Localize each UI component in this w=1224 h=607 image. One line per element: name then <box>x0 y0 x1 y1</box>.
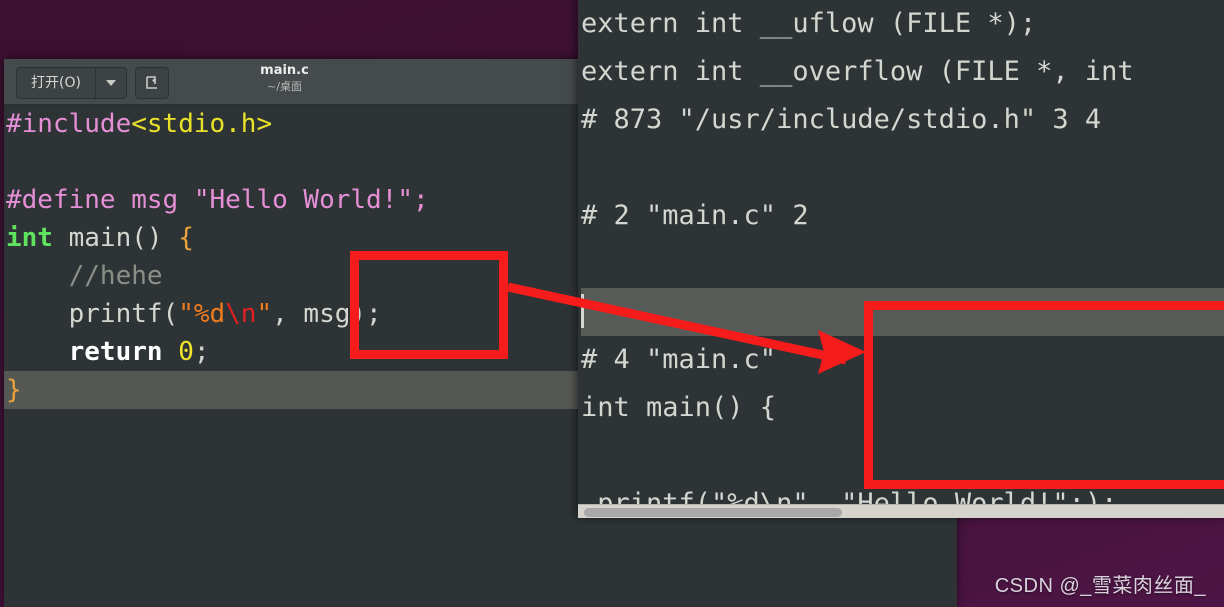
scrollbar-thumb[interactable] <box>584 508 842 517</box>
code-token: main() <box>52 223 179 253</box>
header-bar-left-controls: 打开(O) <box>16 67 169 99</box>
code-token: \n <box>225 299 257 329</box>
terminal-cursor <box>581 294 584 328</box>
terminal-line-text: # 4 "main.c" <box>581 344 777 375</box>
code-token: , msg); <box>272 299 382 329</box>
open-button-group[interactable]: 打开(O) <box>16 67 127 99</box>
terminal-line: printf("%d\n", "Hello World!";); <box>581 480 1224 504</box>
terminal-line-text: # 873 "/usr/include/stdio.h" 3 4 <box>581 104 1102 135</box>
code-token: "%d <box>178 299 226 329</box>
terminal-line-text: printf("%d\n", "Hello World!";); <box>581 488 1118 504</box>
code-token: 0 <box>178 337 194 367</box>
terminal-line <box>581 288 1224 336</box>
terminal-line-text: # 2 "main.c" 2 <box>581 200 809 231</box>
terminal-line: # 4 "main.c" <box>581 336 1224 384</box>
code-token: #include <box>6 109 132 139</box>
code-token: " <box>256 299 273 329</box>
chevron-down-icon[interactable] <box>95 68 126 98</box>
code-token: <stdio.h> <box>131 109 273 139</box>
terminal-line: extern int __overflow (FILE *, int <box>581 48 1224 96</box>
code-token: //hehe <box>68 261 163 291</box>
code-token: { <box>178 223 194 253</box>
code-token: #define msg "Hello World!"; <box>6 185 429 215</box>
terminal-line-text: int main() { <box>581 392 777 423</box>
code-token: ; <box>193 337 210 367</box>
terminal-line-text: extern int __uflow (FILE *); <box>581 8 1037 39</box>
watermark: CSDN @_雪菜肉丝面_ <box>994 575 1206 597</box>
terminal-line: # 873 "/usr/include/stdio.h" 3 4 <box>581 96 1224 144</box>
code-token: int <box>6 223 53 253</box>
code-token: } <box>6 375 22 405</box>
terminal-output-area[interactable]: extern int __uflow (FILE *); extern int _… <box>578 0 1224 504</box>
terminal-horizontal-scrollbar[interactable] <box>578 504 1224 518</box>
screen: 打开(O) main.c ~/桌面 #include<stdio.h> #def… <box>0 0 1224 607</box>
terminal-line: extern int __uflow (FILE *); <box>581 0 1224 48</box>
code-token: return <box>68 337 163 367</box>
terminal-line: int main() { <box>581 384 1224 432</box>
code-token: printf( <box>6 299 179 329</box>
chevron-down-glyph <box>105 80 116 86</box>
terminal-line-text: extern int __overflow (FILE *, int <box>581 56 1134 87</box>
terminal-line: # 2 "main.c" 2 <box>581 192 1224 240</box>
new-document-icon <box>146 76 157 89</box>
new-document-button[interactable] <box>134 67 169 99</box>
terminal-window: extern int __uflow (FILE *); extern int _… <box>578 0 1224 518</box>
open-button[interactable]: 打开(O) <box>17 68 96 98</box>
